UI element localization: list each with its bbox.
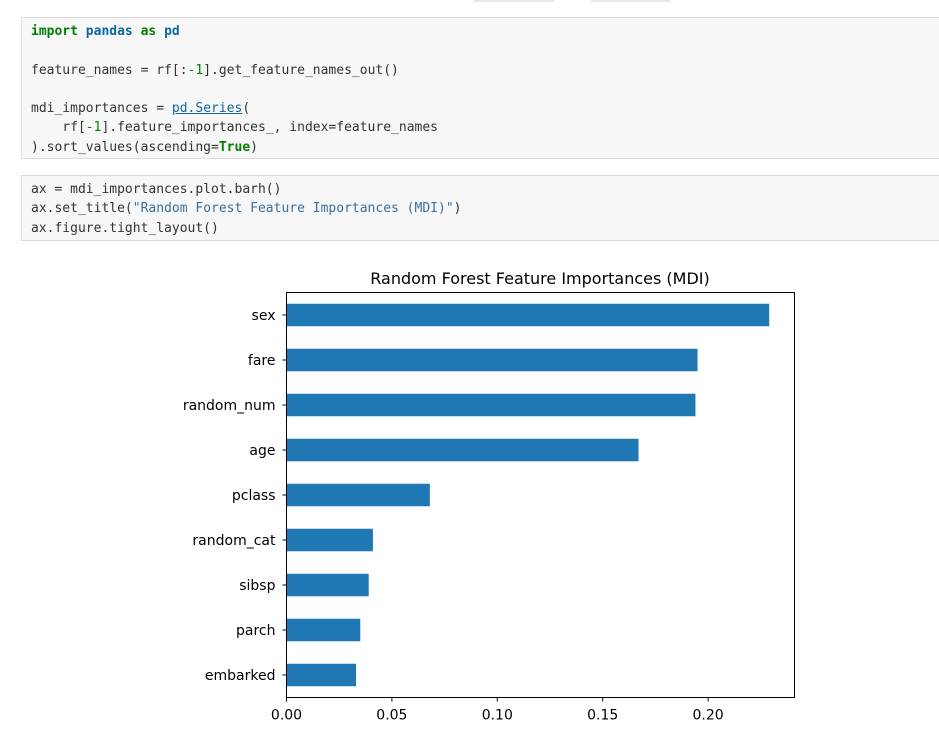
y-axis-ticks: sex fare random_numage pclass random_catsibs… (183, 308, 287, 684)
bar-parch (286, 618, 361, 642)
bar-age (286, 438, 639, 462)
x-tick-label: 0.05 (376, 708, 407, 724)
x-tick-label: 0.00 (271, 708, 302, 724)
bar-fare (286, 348, 698, 372)
bar-random_cat (286, 528, 373, 552)
x-tick-label: 0.15 (587, 708, 618, 724)
chart-title: Random Forest Feature Importances (MDI) (370, 269, 710, 288)
x-tick-label: 0.10 (482, 708, 513, 724)
x-tick-label: 0.20 (692, 708, 723, 724)
bar-embarked (286, 663, 357, 687)
y-tick-label: parch (236, 623, 275, 639)
y-tick-label: sibsp (239, 578, 275, 594)
chart-output: Random Forest Feature Importances (MDI) … (183, 269, 795, 724)
y-tick-label: embarked (205, 668, 276, 684)
bar-sibsp (286, 573, 369, 597)
bar-random_num (286, 393, 696, 417)
y-tick-label: fare (248, 353, 276, 369)
bar-sex (286, 303, 770, 327)
bars-group (286, 303, 770, 687)
y-tick-label: sex (252, 308, 276, 324)
y-tick-label: pclass (232, 488, 276, 504)
y-tick-label: random_num (183, 398, 276, 414)
y-tick-label: age (249, 443, 275, 459)
x-axis-ticks: 0.00 0.05 0.10 0.15 0.20 (271, 697, 724, 724)
y-tick-label: random_cat (192, 533, 276, 549)
bar-pclass (286, 483, 430, 507)
